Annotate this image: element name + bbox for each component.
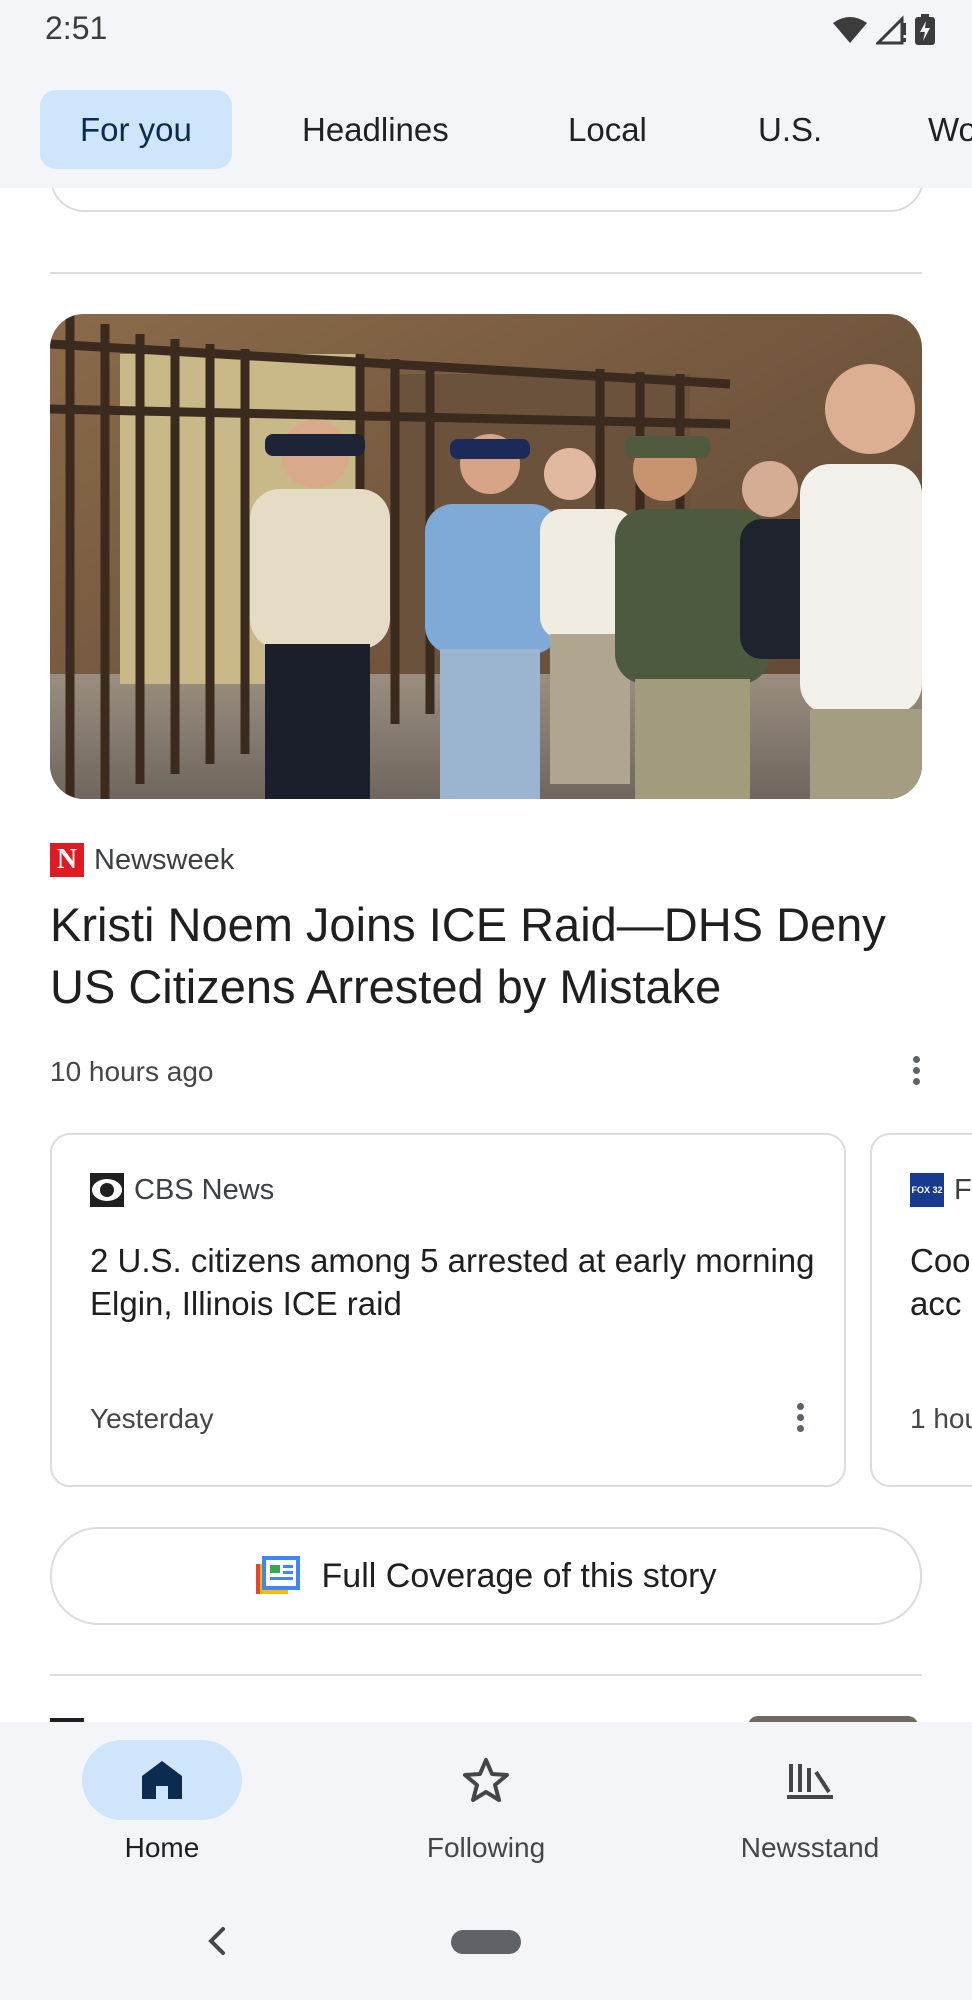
back-gesture-icon[interactable] [205, 1925, 229, 1957]
story-source[interactable]: N Newsweek [50, 843, 234, 877]
nav-label: Home [124, 1832, 200, 1863]
newsstand-icon [787, 1764, 833, 1799]
divider [50, 1674, 922, 1676]
source-name: CBS News [134, 1173, 275, 1206]
source-name: F [954, 1173, 972, 1206]
tab-headlines[interactable]: Headlines [262, 90, 489, 169]
card-title: 2 U.S. citizens among 5 arrested at earl… [90, 1242, 815, 1322]
tab-for-you[interactable]: For you [40, 90, 232, 169]
story-time: 10 hours ago [50, 1056, 214, 1087]
battery-charging-icon [915, 14, 935, 45]
card-time: 1 hou [910, 1403, 972, 1434]
bottom-navigation: Home Following Newsstand [0, 1722, 972, 2000]
cbs-logo [90, 1173, 124, 1207]
home-icon [142, 1761, 182, 1799]
wifi-icon [833, 17, 867, 43]
jail-photo [50, 314, 922, 799]
full-coverage-button[interactable]: Full Coverage of this story [50, 1527, 922, 1625]
fox32-logo: FOX 32 [910, 1173, 944, 1207]
story-image[interactable] [50, 314, 922, 799]
full-coverage-label: Full Coverage of this story [321, 1556, 717, 1595]
source-name: Newsweek [94, 843, 235, 876]
card-time: Yesterday [90, 1403, 214, 1434]
nav-home[interactable]: Home [42, 1740, 282, 1864]
category-tabs: For you Headlines Local U.S. Wo [0, 62, 972, 188]
previous-coverage-button[interactable] [50, 188, 924, 212]
divider [50, 272, 922, 274]
card-source: CBS News [90, 1173, 274, 1207]
status-icons [832, 14, 936, 46]
card-source: FOX 32 F [910, 1173, 972, 1207]
nav-newsstand[interactable]: Newsstand [690, 1740, 930, 1864]
tab-us[interactable]: U.S. [718, 90, 862, 169]
full-coverage-icon [255, 1556, 300, 1594]
more-options-icon[interactable] [788, 1399, 812, 1439]
tab-local[interactable]: Local [528, 90, 687, 169]
status-bar: 2:51 [0, 0, 972, 62]
card-title: Coo acc [910, 1242, 971, 1322]
feed: N Newsweek Kristi Noem Joins ICE Raid—DH… [0, 188, 972, 1722]
tab-world[interactable]: Wo [888, 90, 972, 169]
nav-label: Following [426, 1832, 546, 1863]
home-gesture-handle[interactable] [451, 1930, 521, 1954]
story-headline[interactable]: Kristi Noem Joins ICE Raid—DHS Deny US C… [50, 894, 930, 1018]
related-story-card[interactable]: FOX 32 F Coo acc 1 hou [870, 1133, 972, 1487]
status-time: 2:51 [45, 10, 108, 46]
more-options-icon[interactable] [904, 1052, 928, 1092]
nav-following[interactable]: Following [366, 1740, 606, 1864]
signal-icon [876, 15, 906, 45]
newsweek-logo: N [50, 843, 84, 877]
related-story-card[interactable]: CBS News 2 U.S. citizens among 5 arreste… [50, 1133, 846, 1487]
nav-label: Newsstand [740, 1832, 880, 1863]
star-icon [463, 1758, 509, 1802]
